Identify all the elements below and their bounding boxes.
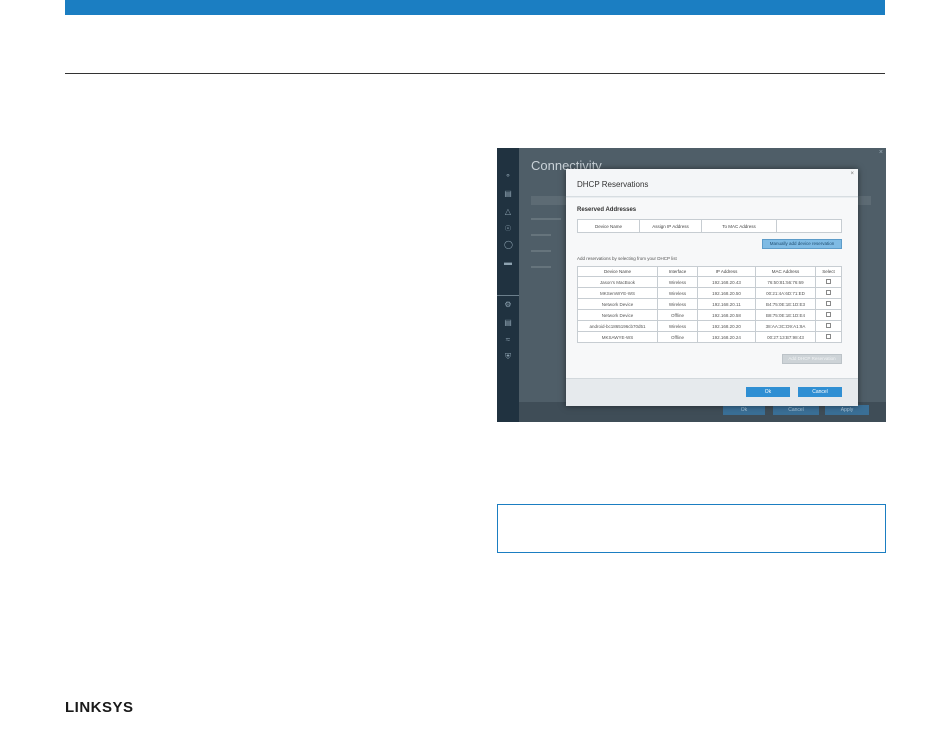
device-interface: Wireless — [657, 298, 698, 310]
linksys-logo: LINKSYS — [65, 699, 134, 716]
dhcp-client-table: Device Name Interface IP Address MAC Add… — [577, 266, 842, 343]
table-row: Jason's MacBook Wireless 192.168.20.43 7… — [577, 276, 842, 288]
device-mac: B8:75:0E:1E:1D:E4 — [755, 309, 816, 321]
background-text-line — [531, 250, 551, 252]
device-name: Network Device — [577, 309, 658, 321]
column-header: Select — [815, 266, 842, 277]
dhcp-screenshot: ⚬ ▤ △ ☉ ◯ ▬ ⚙ ▤ ≈ ⛨ Connectivity × Ok Ca… — [497, 148, 886, 422]
background-close-icon[interactable]: × — [879, 149, 883, 156]
select-checkbox[interactable] — [826, 334, 831, 339]
device-interface: Wireless — [657, 287, 698, 299]
close-icon[interactable]: × — [850, 171, 854, 177]
priority-icon[interactable]: ◯ — [504, 241, 513, 249]
table-row: MKSemWYE-WS Wireless 192.168.20.50 00:21… — [577, 287, 842, 299]
column-header: Device Name — [577, 219, 640, 233]
wireless-icon[interactable]: ≈ — [504, 336, 512, 344]
column-header — [776, 219, 842, 233]
device-ip: 192.168.20.24 — [697, 331, 756, 343]
selection-hint: Add reservations by selecting from your … — [577, 256, 677, 261]
device-name: Jason's MacBook — [577, 276, 658, 288]
select-checkbox[interactable] — [826, 290, 831, 295]
column-header: IP Address — [697, 266, 756, 277]
device-ip: 192.168.20.50 — [697, 287, 756, 299]
device-mac: B4:75:0E:1E:1D:E3 — [755, 298, 816, 310]
select-checkbox[interactable] — [826, 301, 831, 306]
reserved-addresses-table: Device Name Assign IP Address To MAC Add… — [577, 219, 842, 233]
column-header: Interface — [657, 266, 698, 277]
table-row: Network Device Wireless 192.168.20.11 B4… — [577, 298, 842, 310]
device-name: MKSAWYE-WS — [577, 331, 658, 343]
device-ip: 192.168.20.58 — [697, 309, 756, 321]
connectivity-icon[interactable]: ⚙ — [504, 301, 512, 309]
dialog-header: DHCP Reservations × — [566, 169, 858, 197]
media-icon[interactable]: ▬ — [504, 259, 512, 267]
table-row: Network Device Offline 192.168.20.58 B8:… — [577, 309, 842, 321]
device-mac: 00:21:4A:6D:71:ED — [755, 287, 816, 299]
background-apply-button[interactable]: Apply — [825, 405, 869, 415]
column-header: Assign IP Address — [639, 219, 702, 233]
dhcp-reservations-dialog: DHCP Reservations × Reserved Addresses D… — [566, 169, 858, 406]
select-checkbox[interactable] — [826, 323, 831, 328]
dialog-body: Reserved Addresses Device Name Assign IP… — [566, 198, 858, 378]
select-cell — [815, 287, 842, 299]
table-row: android-bc1865196cb70d51 Wireless 192.16… — [577, 320, 842, 332]
background-text-line — [531, 234, 551, 236]
parental-icon[interactable]: ☉ — [504, 225, 512, 233]
device-ip: 192.168.20.43 — [697, 276, 756, 288]
select-cell — [815, 298, 842, 310]
select-checkbox[interactable] — [826, 312, 831, 317]
device-mac: 76:50:81:56:76:69 — [755, 276, 816, 288]
select-checkbox[interactable] — [826, 279, 831, 284]
device-name: android-bc1865196cb70d51 — [577, 320, 658, 332]
cancel-button[interactable]: Cancel — [798, 387, 842, 397]
device-ip: 192.168.20.20 — [697, 320, 756, 332]
select-cell — [815, 331, 842, 343]
device-interface: Offline — [657, 309, 698, 321]
manual-page: ⚬ ▤ △ ☉ ◯ ▬ ⚙ ▤ ≈ ⛨ Connectivity × Ok Ca… — [0, 0, 950, 734]
device-interface: Wireless — [657, 320, 698, 332]
add-dhcp-reservation-button[interactable]: Add DHCP Reservation — [782, 354, 842, 364]
manual-reservation-button[interactable]: Manually add device reservation — [762, 239, 842, 249]
device-name: MKSemWYE-WS — [577, 287, 658, 299]
device-interface: Offline — [657, 331, 698, 343]
note-box — [497, 504, 886, 553]
ok-button[interactable]: Ok — [746, 387, 790, 397]
header-accent-bar — [65, 0, 885, 15]
troubleshoot-icon[interactable]: ▤ — [504, 319, 512, 327]
table-row: MKSAWYE-WS Offline 192.168.20.24 00:27:1… — [577, 331, 842, 343]
devices-icon[interactable]: ▤ — [504, 190, 512, 198]
sidebar-divider — [497, 295, 519, 296]
select-cell — [815, 309, 842, 321]
background-text-line — [531, 266, 551, 268]
background-cancel-button[interactable]: Cancel — [773, 405, 819, 415]
device-ip: 192.168.20.11 — [697, 298, 756, 310]
background-text-line — [531, 218, 561, 220]
device-name: Network Device — [577, 298, 658, 310]
warning-icon[interactable]: △ — [504, 208, 512, 216]
update-icon[interactable]: ⚬ — [504, 172, 512, 180]
dialog-footer: Ok Cancel — [566, 378, 858, 406]
select-cell — [815, 320, 842, 332]
background-ok-button[interactable]: Ok — [723, 405, 765, 415]
screenshot-background-panel: Connectivity × Ok Cancel Apply DHCP Rese… — [519, 148, 886, 422]
security-icon[interactable]: ⛨ — [504, 353, 512, 361]
column-header: Device Name — [577, 266, 658, 277]
screenshot-sidebar: ⚬ ▤ △ ☉ ◯ ▬ ⚙ ▤ ≈ ⛨ — [497, 148, 519, 422]
column-header: MAC Address — [755, 266, 816, 277]
device-mac: 38:AA:3C:D9:A1:9A — [755, 320, 816, 332]
dialog-title: DHCP Reservations — [577, 180, 649, 189]
device-mac: 00:27:13:B7:98:43 — [755, 331, 816, 343]
header-rule — [65, 73, 885, 74]
select-cell — [815, 276, 842, 288]
device-interface: Wireless — [657, 276, 698, 288]
column-header: To MAC Address — [701, 219, 777, 233]
reserved-addresses-title: Reserved Addresses — [577, 207, 637, 213]
